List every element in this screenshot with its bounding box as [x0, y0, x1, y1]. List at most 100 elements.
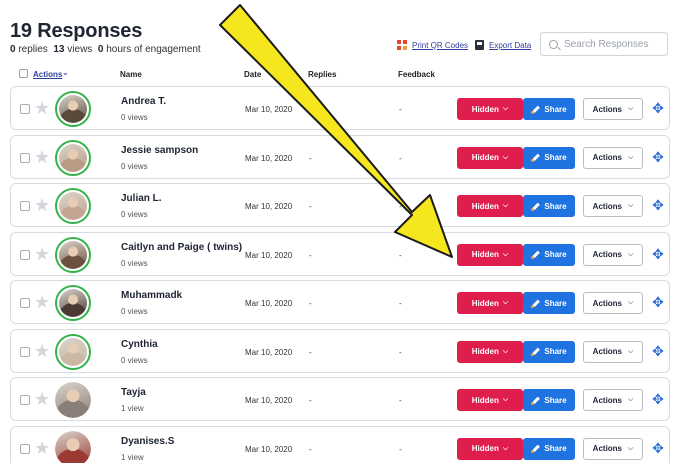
move-icon[interactable]: ✥	[651, 441, 665, 455]
view-count: 1 view	[121, 404, 144, 413]
response-date: Mar 10, 2020	[245, 396, 293, 405]
move-icon[interactable]: ✥	[651, 101, 665, 115]
actions-button[interactable]: Actions ⌵	[583, 389, 643, 411]
hidden-button[interactable]: Hidden ⌵	[457, 340, 523, 363]
row-checkbox[interactable]	[20, 346, 30, 357]
actions-button[interactable]: Actions ⌵	[583, 437, 643, 460]
avatar	[55, 236, 91, 273]
rocket-icon	[531, 444, 540, 453]
actions-button[interactable]: Actions ⌵	[583, 98, 643, 120]
views-label: views	[67, 44, 93, 55]
row-checkbox[interactable]	[20, 298, 30, 308]
hidden-button[interactable]: Hidden ⌵	[457, 292, 523, 314]
share-button-label: Share	[544, 104, 567, 114]
star-icon[interactable]: ★	[34, 244, 50, 264]
star-icon[interactable]: ★	[34, 341, 50, 361]
chevron-down-icon: ⌵	[628, 299, 634, 306]
export-data-label: Export Data	[489, 40, 532, 50]
export-data-link[interactable]: Export Data	[475, 40, 531, 50]
actions-button[interactable]: Actions ⌵	[583, 340, 643, 363]
share-button[interactable]: Share	[523, 195, 575, 217]
actions-button[interactable]: Actions ⌵	[583, 292, 643, 314]
print-qr-codes-link[interactable]: Print QR Codes	[397, 40, 468, 50]
actions-button[interactable]: Actions ⌵	[583, 243, 643, 266]
chevron-down-icon[interactable]: ⌄	[62, 68, 69, 77]
chevron-down-icon: ⌵	[628, 444, 634, 452]
actions-button[interactable]: Actions ⌵	[583, 195, 643, 217]
chevron-down-icon: ⌵	[502, 153, 509, 161]
move-icon[interactable]: ✥	[651, 150, 665, 164]
chevron-down-icon: ⌵	[628, 396, 634, 403]
hidden-button[interactable]: Hidden ⌵	[457, 243, 523, 266]
respondent-name[interactable]: Caitlyn and Paige ( twins)	[121, 242, 242, 253]
actions-button-label: Actions	[592, 444, 623, 453]
chevron-down-icon: ⌵	[502, 105, 509, 112]
replies-value: -	[309, 202, 312, 211]
response-date: Mar 10, 2020	[245, 444, 293, 454]
star-icon[interactable]: ★	[34, 195, 50, 215]
respondent-name[interactable]: Andrea T.	[121, 96, 166, 107]
avatar	[55, 430, 91, 463]
respondent-name[interactable]: Muhammadk	[121, 290, 182, 301]
move-icon[interactable]: ✥	[651, 344, 665, 358]
row-checkbox[interactable]	[20, 104, 30, 114]
star-icon[interactable]: ★	[34, 98, 50, 118]
hidden-button-label: Hidden	[471, 250, 499, 259]
response-date: Mar 10, 2020	[245, 347, 293, 357]
hidden-button-label: Hidden	[471, 395, 499, 405]
hidden-button[interactable]: Hidden ⌵	[457, 437, 523, 460]
row-checkbox[interactable]	[20, 249, 30, 260]
share-button[interactable]: Share	[523, 340, 575, 363]
share-button[interactable]: Share	[523, 292, 575, 314]
actions-button-label: Actions	[592, 347, 623, 356]
rocket-icon	[531, 299, 540, 308]
view-count: 0 views	[121, 161, 148, 171]
select-all-checkbox[interactable]	[19, 69, 28, 78]
share-button[interactable]: Share	[523, 146, 575, 169]
share-button[interactable]: Share	[523, 389, 575, 411]
avatar-photo	[59, 95, 87, 123]
actions-button-label: Actions	[592, 153, 623, 162]
view-count: 0 views	[121, 307, 148, 316]
bulk-actions-menu[interactable]: Actions	[33, 70, 62, 79]
hidden-button-label: Hidden	[471, 153, 499, 162]
respondent-name[interactable]: Cynthia	[121, 339, 158, 350]
feedback-value: -	[399, 347, 402, 357]
hidden-button[interactable]: Hidden ⌵	[457, 146, 523, 169]
search-box[interactable]	[540, 32, 668, 56]
row-checkbox[interactable]	[20, 443, 30, 454]
feedback-value: -	[399, 250, 402, 260]
respondent-name[interactable]: Dyanises.S	[121, 436, 174, 447]
move-icon[interactable]: ✥	[651, 247, 665, 261]
row-checkbox[interactable]	[20, 152, 30, 163]
star-icon[interactable]: ★	[34, 389, 50, 409]
actions-button[interactable]: Actions ⌵	[583, 146, 643, 169]
move-icon[interactable]: ✥	[651, 198, 665, 212]
hidden-button[interactable]: Hidden ⌵	[457, 389, 523, 411]
star-icon[interactable]: ★	[34, 292, 50, 312]
rocket-icon	[531, 396, 540, 405]
row-checkbox[interactable]	[20, 395, 30, 405]
move-icon[interactable]: ✥	[651, 392, 665, 406]
view-count: 0 views	[121, 113, 148, 122]
share-button[interactable]: Share	[523, 437, 575, 460]
views-count: 13	[53, 44, 65, 55]
respondent-name[interactable]: Tayja	[121, 387, 146, 398]
star-icon[interactable]: ★	[34, 147, 50, 167]
column-header-replies: Replies	[308, 70, 337, 79]
view-count: 0 views	[121, 355, 148, 365]
share-button[interactable]: Share	[523, 98, 575, 120]
replies-value: -	[309, 444, 312, 454]
row-checkbox[interactable]	[20, 201, 30, 211]
feedback-value: -	[399, 105, 402, 114]
hidden-button[interactable]: Hidden ⌵	[457, 98, 523, 120]
hidden-button-label: Hidden	[471, 298, 499, 308]
respondent-name[interactable]: Jessie sampson	[121, 145, 198, 156]
share-button[interactable]: Share	[523, 243, 575, 266]
search-input[interactable]	[564, 38, 664, 50]
hidden-button[interactable]: Hidden ⌵	[457, 195, 523, 217]
move-icon[interactable]: ✥	[651, 295, 665, 309]
star-icon[interactable]: ★	[34, 438, 50, 458]
chevron-down-icon: ⌵	[502, 347, 509, 355]
respondent-name[interactable]: Julian L.	[121, 193, 162, 204]
